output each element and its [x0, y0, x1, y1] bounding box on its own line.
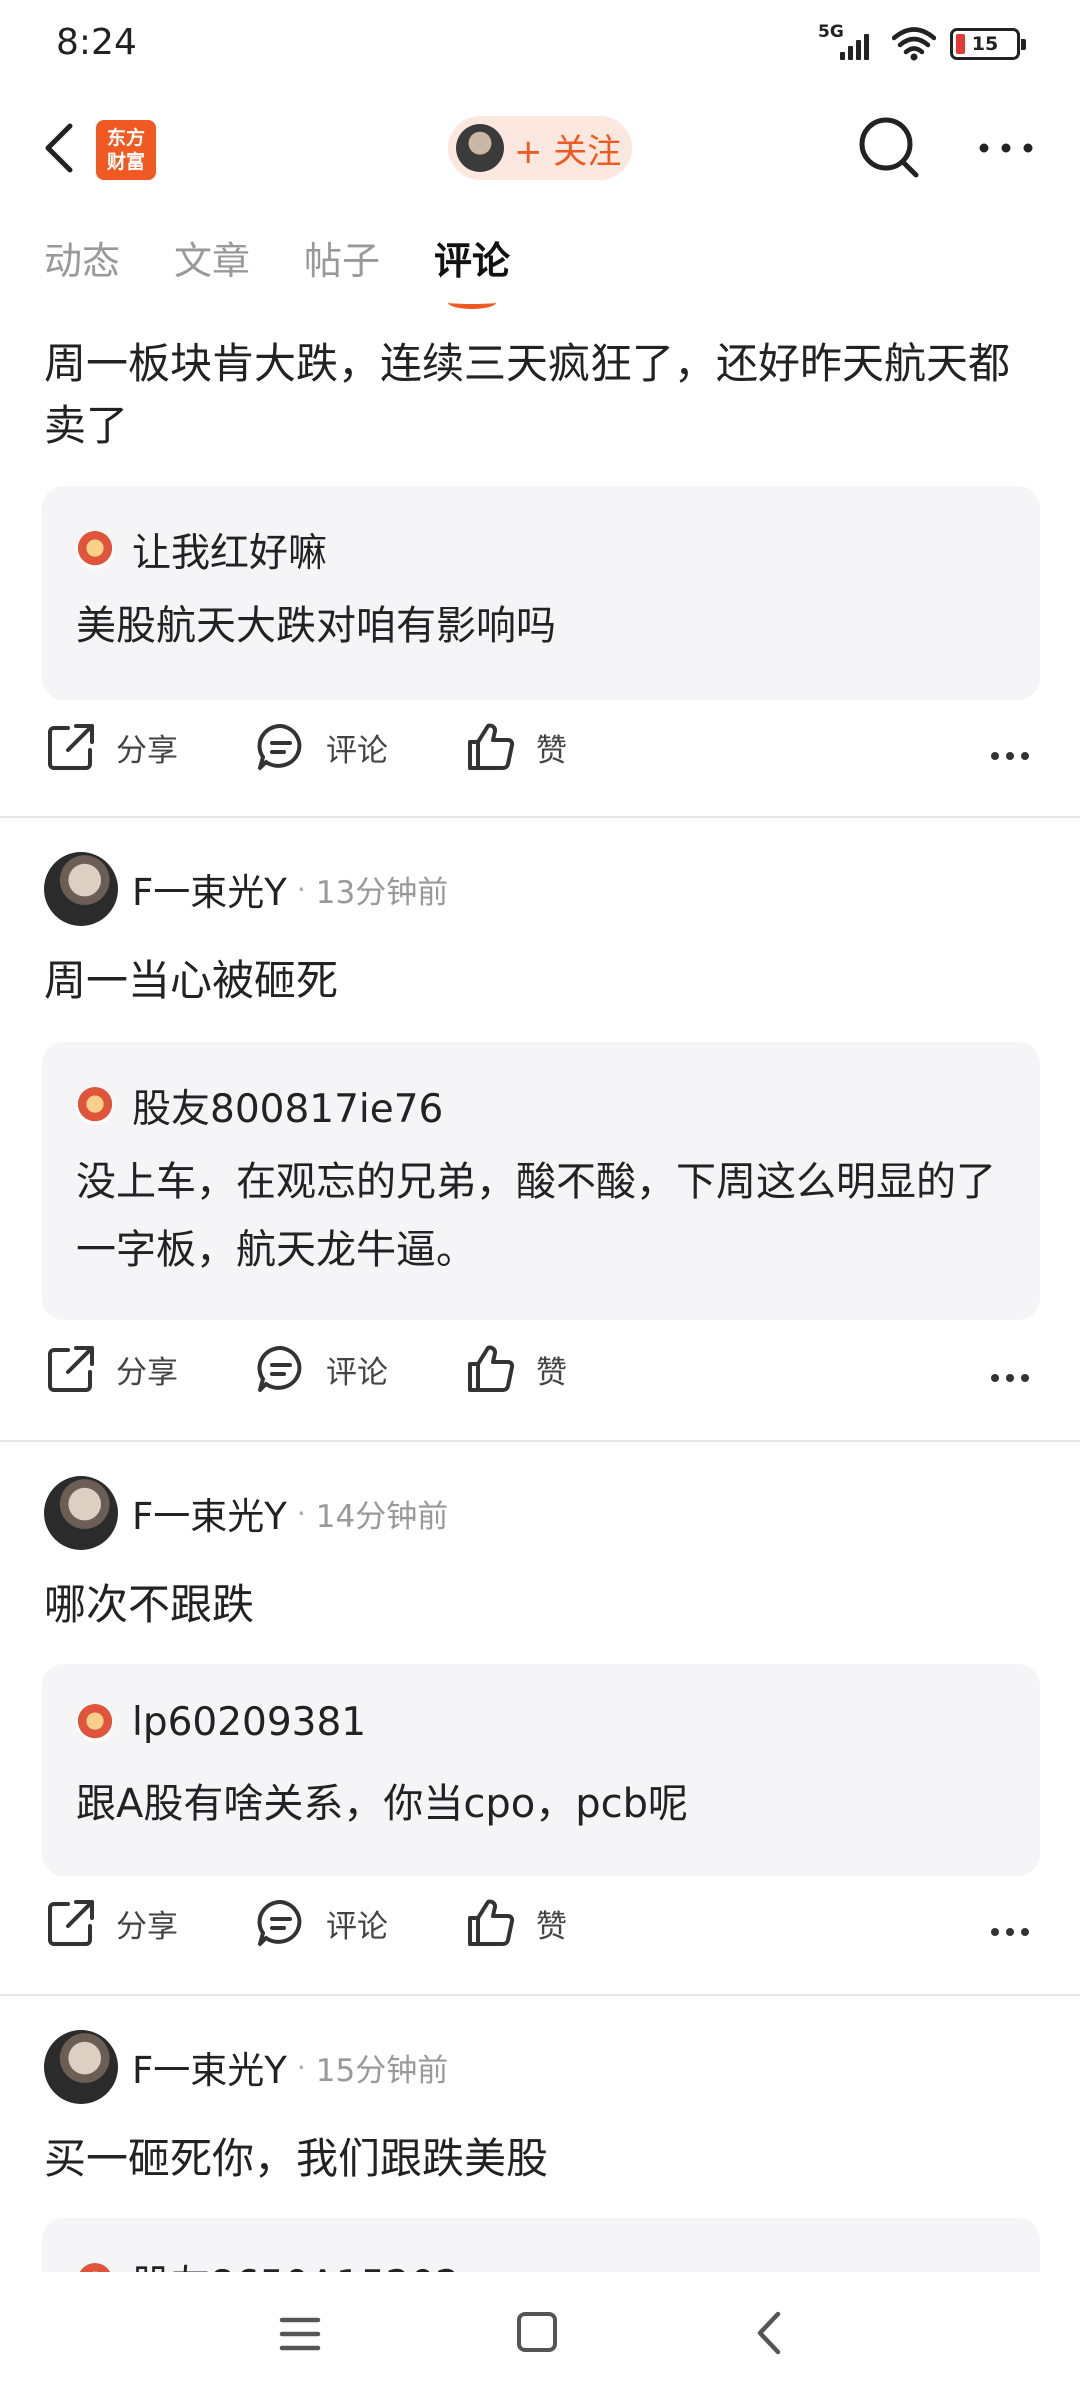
comment-label: 评论: [326, 1354, 388, 1391]
more-options-icon[interactable]: [976, 136, 1036, 160]
comment-icon: [257, 723, 302, 770]
status-time: 8:24: [56, 22, 137, 63]
share-label: 分享: [116, 732, 178, 769]
quoted-post-header: 股友800817ie76: [76, 1078, 443, 1134]
search-icon[interactable]: [858, 114, 922, 182]
logo-line-2: 财富: [106, 151, 145, 173]
author-name[interactable]: F一束光Y: [132, 1486, 287, 1540]
logo-line-1: 东方: [106, 127, 145, 149]
author-name[interactable]: F一束光Y: [132, 862, 287, 916]
comment-text[interactable]: 买一砸死你，我们跟跌美股: [44, 2128, 1036, 2190]
avatar[interactable]: [44, 2030, 118, 2104]
comment-button[interactable]: 评论: [256, 1344, 388, 1394]
avatar[interactable]: [44, 1476, 118, 1550]
top-nav: 东方 财富 + 关注: [0, 100, 1080, 196]
like-button[interactable]: 赞: [466, 722, 567, 772]
profile-tabs: 动态 文章 帖子 评论: [44, 230, 510, 309]
thumbs-up-icon: [468, 1345, 515, 1392]
share-icon: [48, 1900, 94, 1946]
author-name[interactable]: F一束光Y: [132, 2040, 287, 2094]
quoted-text: 美股航天大跌对咱有影响吗: [76, 603, 556, 649]
comment-text[interactable]: 周一板块肯大跌，连续三天疯狂了，还好昨天航天都卖了: [44, 333, 1036, 457]
separator-dot: ·: [296, 2050, 306, 2084]
quoted-post[interactable]: lp60209381 跟A股有啥关系，你当cpo，pcb呢: [42, 1664, 1040, 1876]
action-bar: 分享 评论 赞: [0, 1344, 1080, 1424]
thumbs-up-icon: [468, 723, 515, 770]
like-label: 赞: [536, 1354, 567, 1391]
author-row[interactable]: F一束光Y · 14分钟前: [44, 1476, 448, 1550]
quoted-post[interactable]: 股友800817ie76 没上车，在观忘的兄弟，酸不酸，下周这么明显的了一字板，…: [42, 1042, 1040, 1320]
user-badge-icon: [76, 1703, 114, 1742]
share-label: 分享: [116, 1908, 178, 1945]
quoted-text: 跟A股有啥关系，你当cpo，pcb呢: [76, 1781, 688, 1827]
comment-button[interactable]: 评论: [256, 1898, 388, 1948]
system-nav-bar: [0, 2272, 1080, 2400]
battery-icon: 15: [950, 28, 1026, 60]
home-icon[interactable]: [517, 2312, 557, 2352]
back-icon[interactable]: [38, 120, 86, 176]
like-button[interactable]: 赞: [466, 1344, 567, 1394]
quoted-username[interactable]: 让我红好嘛: [132, 522, 327, 578]
more-icon[interactable]: [990, 1372, 1030, 1384]
status-bar: 8:24 5G 15: [0, 0, 1080, 90]
comment-icon: [257, 1899, 302, 1946]
app-logo[interactable]: 东方 财富: [96, 120, 156, 180]
author-row[interactable]: F一束光Y · 13分钟前: [44, 852, 448, 926]
avatar[interactable]: [44, 852, 118, 926]
system-back-icon[interactable]: [754, 2310, 784, 2356]
share-label: 分享: [116, 1354, 178, 1391]
share-icon: [48, 1346, 94, 1392]
status-icons: 5G 15: [818, 22, 1026, 62]
action-bar: 分享 评论 赞: [0, 1898, 1080, 1978]
comment-icon: [257, 1345, 302, 1392]
battery-level: 15: [971, 33, 999, 55]
separator-dot: ·: [296, 1496, 306, 1530]
post-time: 14分钟前: [315, 1498, 449, 1535]
quoted-text: 没上车，在观忘的兄弟，酸不酸，下周这么明显的了一字板，航天龙牛逼。: [76, 1159, 996, 1273]
quoted-post-header: lp60209381: [76, 1700, 366, 1745]
more-icon[interactable]: [990, 1926, 1030, 1938]
comment-label: 评论: [326, 1908, 388, 1945]
user-badge-icon: [76, 531, 114, 569]
wifi-icon: [892, 27, 936, 61]
post-time: 15分钟前: [315, 2052, 449, 2089]
comment-label: 评论: [326, 732, 388, 769]
tab-posts[interactable]: 帖子: [304, 230, 380, 285]
share-icon: [48, 724, 94, 770]
action-bar: 分享 评论 赞: [0, 722, 1080, 802]
quoted-post[interactable]: 让我红好嘛 美股航天大跌对咱有影响吗: [42, 486, 1040, 700]
tab-articles[interactable]: 文章: [174, 230, 250, 285]
follow-label: + 关注: [514, 131, 622, 172]
share-button[interactable]: 分享: [46, 1344, 178, 1394]
divider: [0, 1440, 1080, 1442]
like-label: 赞: [536, 732, 567, 769]
share-button[interactable]: 分享: [46, 722, 178, 772]
thumbs-up-icon: [468, 1899, 515, 1946]
cellular-signal-icon: 5G: [818, 22, 878, 62]
quoted-username[interactable]: 股友800817ie76: [132, 1078, 443, 1134]
more-icon[interactable]: [990, 750, 1030, 762]
divider: [0, 1994, 1080, 1996]
share-button[interactable]: 分享: [46, 1898, 178, 1948]
like-label: 赞: [536, 1908, 567, 1945]
avatar: [456, 124, 504, 172]
author-row[interactable]: F一束光Y · 15分钟前: [44, 2030, 448, 2104]
comment-button[interactable]: 评论: [256, 722, 388, 772]
comment-text[interactable]: 哪次不跟跌: [44, 1574, 1036, 1636]
tab-comments[interactable]: 评论: [434, 230, 510, 309]
quoted-username[interactable]: lp60209381: [132, 1700, 366, 1745]
user-badge-icon: [76, 1087, 114, 1125]
post-time: 13分钟前: [315, 874, 449, 911]
comment-text[interactable]: 周一当心被砸死: [44, 950, 1036, 1012]
like-button[interactable]: 赞: [466, 1898, 567, 1948]
tab-dynamic[interactable]: 动态: [44, 230, 120, 285]
recent-apps-icon[interactable]: [278, 2314, 322, 2354]
divider: [0, 816, 1080, 818]
quoted-post-header: 让我红好嘛: [76, 522, 327, 578]
separator-dot: ·: [296, 872, 306, 906]
follow-button[interactable]: + 关注: [448, 116, 632, 180]
